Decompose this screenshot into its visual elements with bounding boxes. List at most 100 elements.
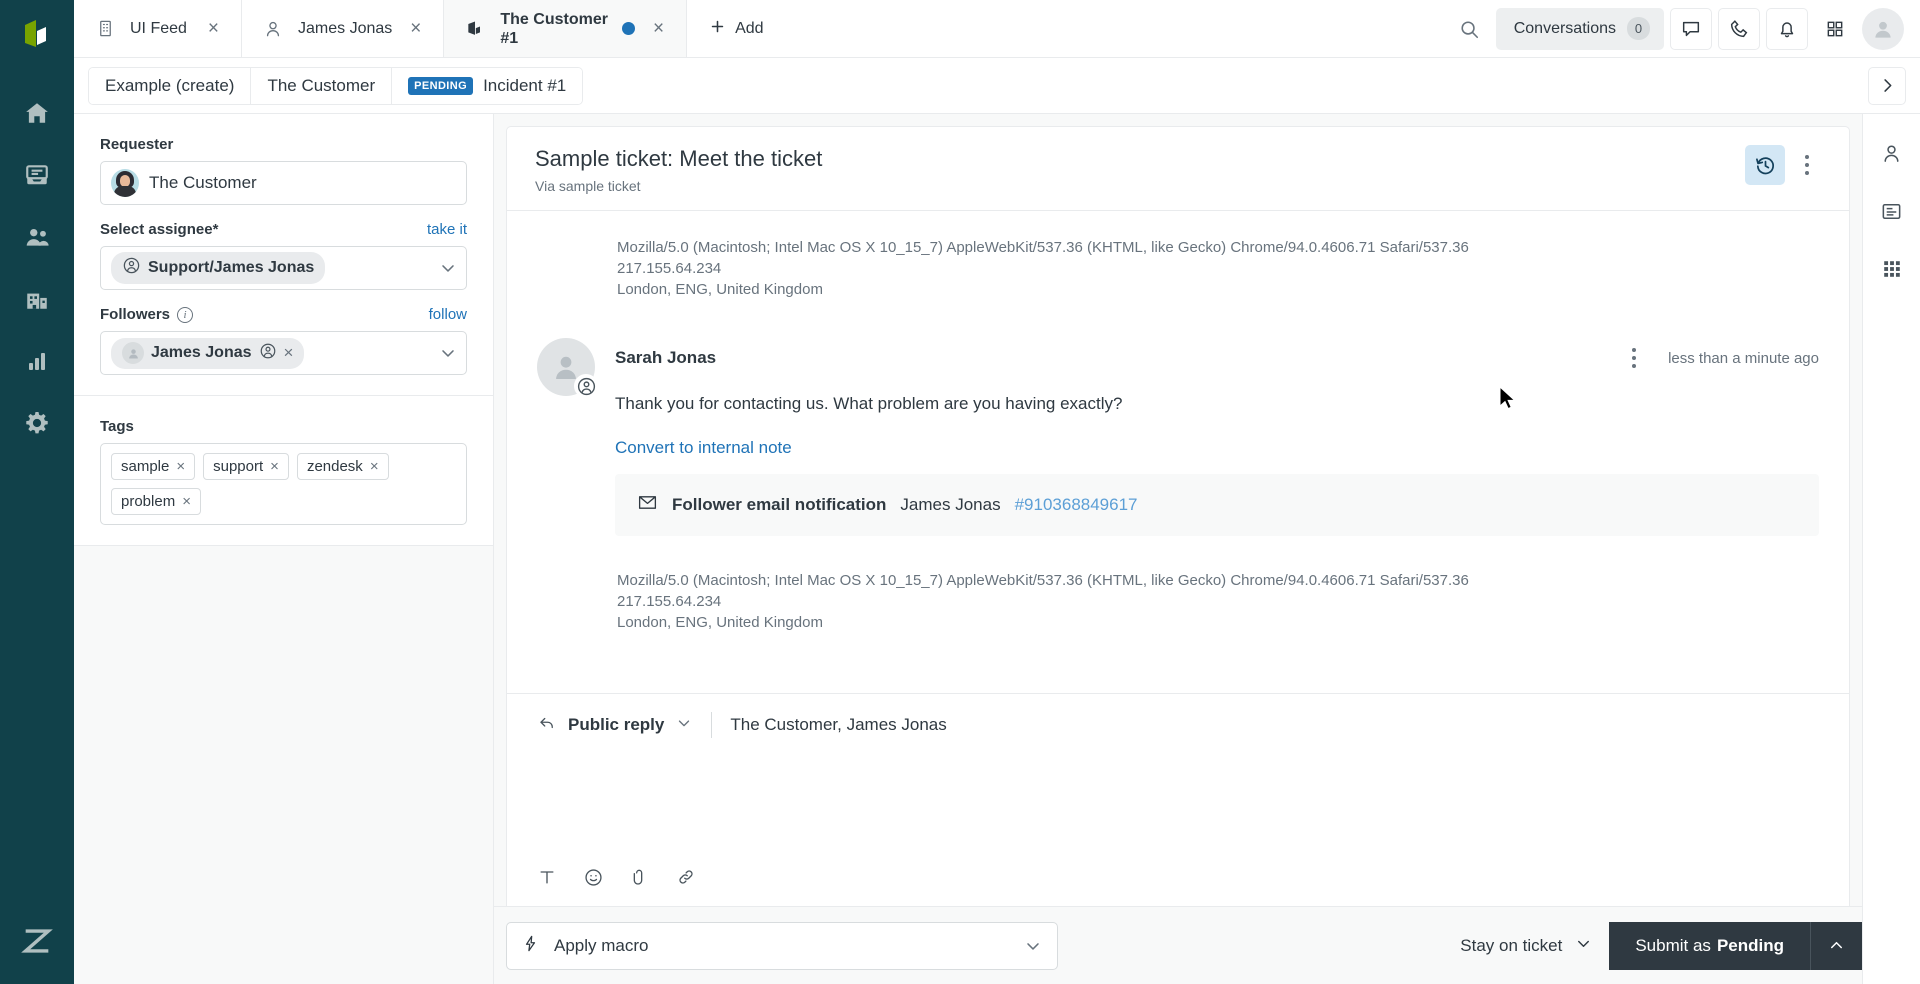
- channel-selector[interactable]: Public reply: [537, 714, 693, 737]
- left-nav-rail: [0, 0, 74, 984]
- remove-tag-icon[interactable]: ×: [370, 458, 379, 475]
- tag-chip[interactable]: support ×: [203, 453, 289, 480]
- tag-label: sample: [121, 458, 170, 475]
- comment-author: Sarah Jonas: [615, 348, 717, 367]
- reply-recipients[interactable]: The Customer, James Jonas: [730, 715, 946, 735]
- breadcrumb-item-incident[interactable]: PENDING Incident #1: [392, 67, 583, 104]
- chevron-right-icon[interactable]: [1868, 66, 1906, 105]
- remove-tag-icon[interactable]: ×: [182, 493, 191, 510]
- sidebar-item-reporting[interactable]: [14, 338, 60, 384]
- status-badge: PENDING: [408, 76, 474, 95]
- tab-close-icon[interactable]: ×: [649, 16, 668, 41]
- apply-macro-select[interactable]: Apply macro: [506, 921, 1058, 970]
- link-icon[interactable]: [676, 867, 696, 887]
- avatar: [537, 338, 598, 398]
- assignee-label: Select assignee*: [100, 221, 219, 238]
- ip-address-line: 217.155.64.234: [617, 260, 722, 277]
- chevron-down-icon[interactable]: [675, 714, 693, 737]
- agent-icon: [574, 374, 598, 398]
- divider: [711, 712, 713, 738]
- sidebar-item-settings[interactable]: [14, 400, 60, 446]
- history-clock-icon[interactable]: [1745, 145, 1785, 185]
- remove-follower-icon[interactable]: ×: [284, 343, 294, 363]
- breadcrumb-bar: Example (create) The Customer PENDING In…: [74, 58, 1920, 114]
- tags-input[interactable]: sample × support × zendesk × problem ×: [100, 443, 467, 525]
- sidebar-item-customers[interactable]: [14, 214, 60, 260]
- chat-bubble-icon[interactable]: [1670, 7, 1712, 50]
- info-icon[interactable]: i: [177, 306, 194, 323]
- add-tab-button[interactable]: Add: [687, 0, 785, 57]
- unread-indicator-dot: [621, 22, 635, 35]
- breadcrumb-label: Example (create): [105, 75, 235, 95]
- kebab-menu-icon[interactable]: [1789, 145, 1825, 185]
- sidebar-item-views[interactable]: [14, 152, 60, 198]
- submit-options-caret[interactable]: [1810, 921, 1862, 970]
- requester-input[interactable]: The Customer: [100, 161, 467, 205]
- user-icon: [262, 19, 284, 39]
- breadcrumb-item-example[interactable]: Example (create): [89, 67, 252, 104]
- stay-on-ticket-select[interactable]: Stay on ticket: [1444, 934, 1609, 958]
- breadcrumb-item-customer[interactable]: The Customer: [251, 67, 393, 104]
- user-panel-icon[interactable]: [1871, 132, 1913, 174]
- chevron-down-icon[interactable]: [438, 343, 458, 363]
- chevron-down-icon[interactable]: [1574, 934, 1593, 958]
- properties-section-primary: Requester The Customer Select assignee*: [74, 114, 493, 396]
- tag-chip[interactable]: sample ×: [111, 453, 196, 480]
- comment-timestamp: less than a minute ago: [1668, 349, 1819, 367]
- sidebar-item-organizations[interactable]: [14, 276, 60, 322]
- sidebar-item-home[interactable]: [14, 90, 60, 136]
- breadcrumb-label: The Customer: [267, 75, 376, 95]
- follow-link[interactable]: follow: [429, 306, 467, 323]
- text-format-icon[interactable]: [537, 867, 557, 887]
- zendesk-logo[interactable]: [0, 0, 74, 68]
- conversations-label: Conversations: [1513, 19, 1616, 37]
- follower-notification-banner: Follower email notification James Jonas …: [615, 474, 1819, 536]
- followers-select[interactable]: James Jonas ×: [100, 331, 467, 375]
- stay-label: Stay on ticket: [1460, 935, 1563, 955]
- attachment-icon[interactable]: [630, 867, 650, 887]
- remove-tag-icon[interactable]: ×: [270, 458, 279, 475]
- convert-to-internal-note-link[interactable]: Convert to internal note: [615, 438, 792, 458]
- tag-chip[interactable]: problem ×: [111, 488, 201, 515]
- rail-nav-list: [14, 90, 60, 924]
- agent-icon: [122, 256, 141, 280]
- grid-apps-icon[interactable]: [1814, 8, 1856, 50]
- submit-button[interactable]: Submit as Pending: [1609, 936, 1810, 956]
- take-it-link[interactable]: take it: [427, 221, 467, 238]
- assignee-select[interactable]: Support/James Jonas: [100, 246, 467, 290]
- chevron-down-icon[interactable]: [1023, 936, 1043, 956]
- reply-composer: Public reply The Customer, James Jonas: [507, 693, 1849, 906]
- apps-panel-icon[interactable]: [1871, 248, 1913, 290]
- tag-chip[interactable]: zendesk ×: [296, 453, 389, 480]
- macro-bolt-icon: [521, 934, 540, 958]
- phone-icon[interactable]: [1718, 7, 1760, 50]
- followers-label: Followers: [100, 306, 171, 323]
- tab-label: UI Feed: [130, 20, 187, 37]
- search-icon[interactable]: [1448, 8, 1490, 50]
- kebab-menu-icon[interactable]: [1616, 338, 1652, 378]
- tag-label: zendesk: [306, 458, 363, 475]
- reply-textarea[interactable]: [537, 756, 1819, 848]
- notification-id[interactable]: #910368849617: [1015, 495, 1138, 515]
- plus-icon: [709, 18, 726, 40]
- tab-the-customer[interactable]: The Customer #1 ×: [444, 0, 688, 57]
- chevron-down-icon[interactable]: [438, 258, 458, 278]
- follower-value: James Jonas: [151, 344, 252, 361]
- submit-ticket-control: Submit as Pending: [1609, 921, 1862, 970]
- tag-label: problem: [121, 493, 176, 510]
- user-avatar-icon[interactable]: [1862, 7, 1904, 50]
- emoji-icon[interactable]: [583, 867, 604, 888]
- requester-field: Requester The Customer: [100, 136, 467, 205]
- tab-close-icon[interactable]: ×: [406, 16, 425, 41]
- tab-ui-feed[interactable]: UI Feed ×: [74, 0, 242, 57]
- tab-james-jonas[interactable]: James Jonas ×: [242, 0, 445, 57]
- conversations-button[interactable]: Conversations 0: [1495, 7, 1664, 50]
- properties-empty-area: [74, 546, 493, 984]
- remove-tag-icon[interactable]: ×: [176, 458, 185, 475]
- tab-close-icon[interactable]: ×: [204, 16, 223, 41]
- comment-event: Sarah Jonas less than a minute ago Thank…: [537, 338, 1819, 536]
- organization-panel-icon[interactable]: [1871, 190, 1913, 232]
- bell-icon[interactable]: [1766, 7, 1808, 50]
- ticket-properties-panel: Requester The Customer Select assignee*: [74, 114, 494, 984]
- event-metadata-top: Mozilla/5.0 (Macintosh; Intel Mac OS X 1…: [617, 237, 1819, 300]
